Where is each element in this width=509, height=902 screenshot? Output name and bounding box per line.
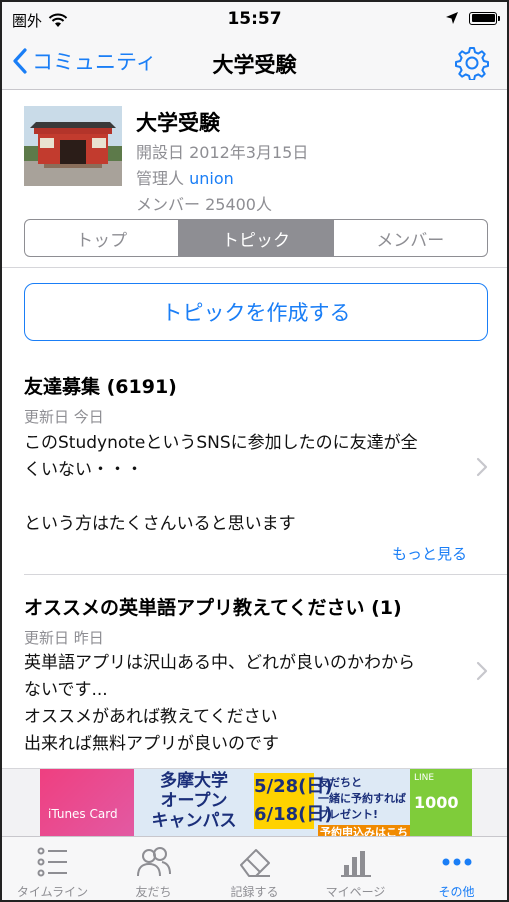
bar-chart-icon	[340, 851, 371, 877]
segment-members[interactable]: メンバー	[334, 220, 487, 256]
topic-title: 友達募集 (6191)	[24, 376, 177, 398]
community-header: 大学受験 開設日 2012年3月15日 管理人 union メンバー 25400…	[2, 91, 507, 268]
tab-label: タイムライン	[16, 885, 89, 899]
admin-link[interactable]: union	[189, 169, 234, 188]
tab-bar: タイムライン 友だち 記録する マイページ その他	[2, 836, 507, 900]
topic-body-line: オススメがあれば教えてください	[24, 707, 278, 727]
topic-body-line	[24, 484, 464, 511]
tab-mypage[interactable]: マイページ	[305, 837, 406, 900]
ad-side-text: 友だちと 一緒に予約すれば プレゼント! 予約申込みはこちら	[318, 775, 410, 837]
topic-title: オススメの英単語アプリ教えてください (1)	[24, 597, 402, 619]
topic-body-line: このStudynoteというSNSに参加したのに友達が全	[24, 433, 418, 453]
tab-friends[interactable]: 友だち	[103, 837, 204, 900]
more-icon	[442, 858, 471, 866]
gate-image-icon	[24, 106, 122, 186]
gear-icon[interactable]	[455, 46, 489, 80]
app-frame: 圏外 15:57 コミュニティ 大学受験 大学受験 開設日 2012年3月15日…	[0, 0, 509, 902]
ad-line-amount: 1000	[414, 793, 459, 812]
tab-more[interactable]: その他	[406, 837, 507, 900]
ad-side-line: プレゼント!	[318, 808, 379, 821]
ad-line-label: LINE	[414, 773, 435, 783]
ad-date-line: 5/28(日)	[254, 776, 333, 797]
ad-line-card: LINE 1000	[410, 769, 472, 837]
topic-item[interactable]: 友達募集 (6191) 更新日 今日 このStudynoteというSNSに参加し…	[2, 362, 507, 574]
ad-itunes-card: iTunes Card	[40, 769, 134, 837]
topic-body-line: 出来れば無料アプリが良いのです	[24, 734, 279, 754]
segment-top[interactable]: トップ	[25, 220, 180, 256]
friends-icon	[136, 847, 171, 877]
admin-prefix: 管理人	[136, 169, 190, 188]
topic-body: 英単語アプリは沢山ある中、どれが良いのかわから ないです... オススメがあれば…	[24, 650, 464, 758]
ad-side-line: 友だちと	[318, 776, 362, 789]
community-members: メンバー 25400人	[136, 195, 272, 214]
topic-body-line: くいない・・・	[24, 460, 143, 480]
navigation-bar: コミュニティ 大学受験	[2, 38, 507, 90]
topic-body-line: という方はたくさんいると思います	[24, 514, 296, 534]
chevron-right-icon	[476, 661, 488, 681]
topic-body-line: 英単語アプリは沢山ある中、どれが良いのかわから	[24, 653, 415, 673]
topic-body-line: ないです...	[24, 680, 108, 700]
ad-side-line: 一緒に予約すれば	[318, 792, 406, 805]
tab-record[interactable]: 記録する	[204, 837, 305, 900]
ad-date-line: 6/18(日)	[254, 804, 333, 825]
status-bar: 圏外 15:57	[2, 2, 507, 38]
back-button-label: コミュニティ	[32, 50, 157, 74]
tab-label: 記録する	[230, 885, 279, 899]
tab-label: マイページ	[325, 885, 386, 899]
topic-item[interactable]: オススメの英単語アプリ教えてください (1) 更新日 昨日 英単語アプリは沢山あ…	[2, 576, 507, 766]
eraser-icon	[239, 849, 270, 877]
tab-label: その他	[438, 885, 475, 899]
community-name: 大学受験	[136, 111, 220, 135]
tab-label: 友だち	[135, 885, 172, 899]
back-button[interactable]: コミュニティ	[12, 46, 157, 76]
status-time: 15:57	[227, 9, 282, 29]
tab-timeline[interactable]: タイムライン	[2, 837, 103, 900]
ad-headline: 多摩大学 オープン キャンパス	[136, 771, 252, 835]
chevron-left-icon	[13, 48, 27, 74]
create-topic-button[interactable]: トピックを作成する	[24, 283, 488, 341]
community-opened-date: 開設日 2012年3月15日	[136, 143, 309, 162]
location-arrow-icon	[446, 12, 458, 24]
topic-body: このStudynoteというSNSに参加したのに友達が全 くいない・・・ という…	[24, 430, 464, 538]
ad-headline-line: オープン	[160, 791, 228, 811]
battery-icon	[469, 11, 500, 25]
ad-headline-line: 多摩大学	[160, 771, 228, 791]
community-admin: 管理人 union	[136, 165, 234, 189]
more-link[interactable]: もっと見る	[392, 543, 467, 564]
topic-updated: 更新日 昨日	[24, 629, 104, 647]
topic-updated: 更新日 今日	[24, 408, 104, 426]
ad-dates: 5/28(日) 6/18(日)	[254, 773, 333, 829]
segment-topics[interactable]: トピック	[179, 220, 334, 256]
segmented-control: トップ トピック メンバー	[24, 219, 488, 257]
ad-banner-area: iTunes Card 多摩大学 オープン キャンパス 5/28(日) 6/18…	[2, 768, 507, 837]
status-right	[445, 11, 500, 25]
list-icon	[37, 847, 67, 877]
divider	[24, 574, 507, 575]
community-thumbnail	[24, 106, 122, 186]
ad-headline-line: キャンパス	[151, 811, 237, 831]
ad-banner[interactable]: iTunes Card 多摩大学 オープン キャンパス 5/28(日) 6/18…	[40, 769, 472, 837]
chevron-right-icon	[476, 457, 488, 477]
